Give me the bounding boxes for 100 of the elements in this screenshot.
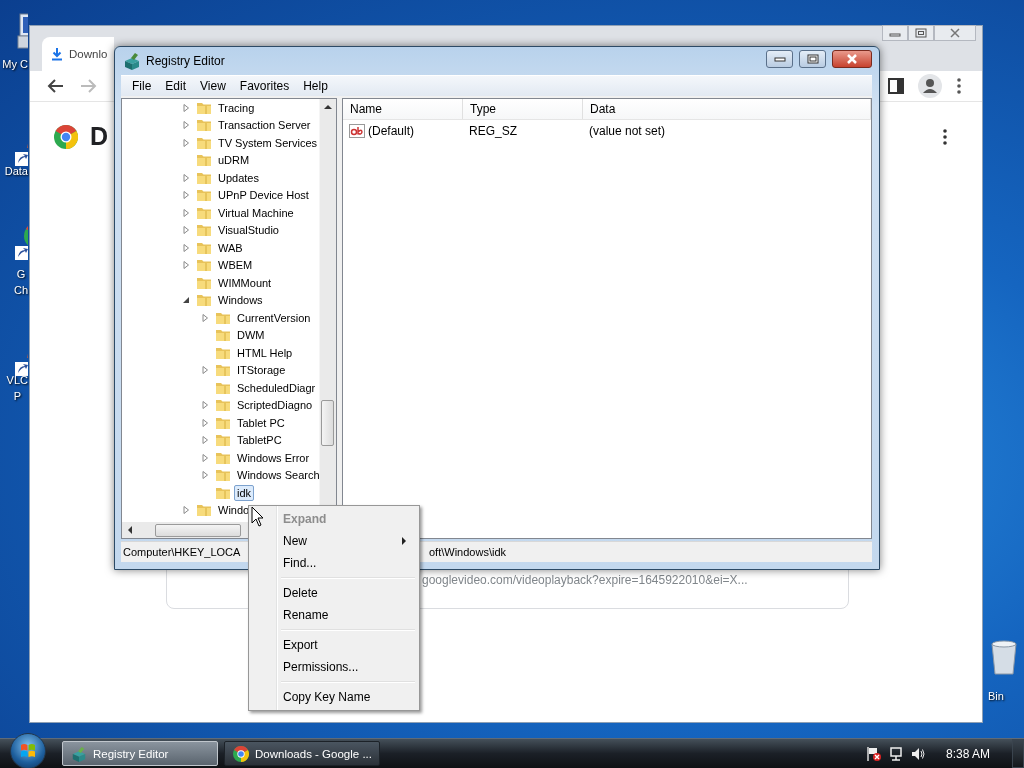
menu-item[interactable]: Favorites: [232, 78, 297, 94]
minimize-icon: [773, 56, 786, 62]
download-url[interactable]: googlevideo.com/videoplayback?expire=1645922010&ei=X...: [422, 573, 748, 587]
tree-item[interactable]: ScriptedDiagno: [234, 397, 316, 414]
menu-item[interactable]: Rename: [251, 604, 417, 626]
tree-item[interactable]: Windo: [215, 502, 253, 519]
taskbar-button[interactable]: Downloads - Google ...: [224, 741, 380, 766]
windows-logo-icon: [20, 742, 36, 759]
maximize-button[interactable]: [799, 50, 826, 68]
expand-icon[interactable]: [200, 400, 210, 411]
expand-icon[interactable]: [200, 435, 210, 446]
collapse-icon[interactable]: [181, 295, 191, 306]
tree-item[interactable]: Tracing: [215, 99, 258, 116]
expand-icon[interactable]: [181, 207, 191, 218]
profile-icon[interactable]: [918, 74, 942, 98]
desktop-icon-label[interactable]: VLC: [6, 372, 28, 388]
tree-item[interactable]: CurrentVersion: [234, 309, 314, 326]
expand-icon[interactable]: [181, 242, 191, 253]
forward-icon[interactable]: [79, 77, 97, 95]
registry-icon: [123, 52, 141, 70]
tree-item[interactable]: TV System Services: [215, 134, 319, 151]
folder-icon: [215, 415, 231, 430]
expand-icon[interactable]: [181, 505, 191, 516]
tree-item[interactable]: WBEM: [215, 257, 256, 274]
expand-icon[interactable]: [181, 137, 191, 148]
window-title: Registry Editor: [146, 54, 225, 68]
folder-icon: [196, 153, 212, 168]
menu-item[interactable]: Permissions...: [251, 656, 417, 678]
restore-icon: [915, 28, 927, 38]
close-button[interactable]: [832, 50, 872, 68]
expand-icon[interactable]: [200, 417, 210, 428]
tree-item[interactable]: Transaction Server: [215, 117, 314, 134]
expand-icon[interactable]: [200, 312, 210, 323]
network-icon[interactable]: [887, 745, 904, 762]
menu-item[interactable]: Copy Key Name: [251, 686, 417, 708]
folder-icon: [196, 275, 212, 290]
scroll-thumb[interactable]: [321, 400, 334, 446]
tree-item[interactable]: DWM: [234, 327, 268, 344]
expand-icon[interactable]: [181, 102, 191, 113]
menu-item[interactable]: Edit: [158, 78, 194, 94]
start-button[interactable]: [10, 732, 46, 768]
desktop-icon-label[interactable]: Data: [4, 163, 28, 179]
side-panel-icon[interactable]: [888, 78, 904, 94]
expand-icon[interactable]: [200, 452, 210, 463]
value-name[interactable]: (Default): [368, 124, 414, 138]
tree-item[interactable]: Updates: [215, 169, 262, 186]
column-header[interactable]: Type: [463, 99, 583, 119]
desktop-icon-label[interactable]: Bin: [988, 688, 1004, 704]
menu-item[interactable]: File: [125, 78, 159, 94]
tree-item[interactable]: Windows Search: [234, 467, 319, 484]
key-path: oft\Windows\idk: [429, 546, 508, 558]
tree-item[interactable]: UPnP Device Host: [215, 187, 312, 204]
expand-icon[interactable]: [181, 120, 191, 131]
expand-icon[interactable]: [200, 470, 210, 481]
folder-icon: [215, 363, 231, 378]
expand-icon[interactable]: [181, 260, 191, 271]
tree-item[interactable]: Windows Error: [234, 449, 313, 466]
menu-item[interactable]: Find...: [251, 552, 417, 574]
tree-item[interactable]: ITStorage: [234, 362, 289, 379]
tree-item[interactable]: WAB: [215, 239, 246, 256]
close-icon: [845, 54, 859, 64]
folder-icon: [215, 433, 231, 448]
minimize-button[interactable]: [766, 50, 793, 68]
desktop-icon-label[interactable]: My C: [2, 56, 28, 72]
menu-item[interactable]: Help: [296, 78, 335, 94]
expand-icon[interactable]: [200, 365, 210, 376]
tree-item[interactable]: TabletPC: [234, 432, 285, 449]
menu-item[interactable]: Export: [251, 634, 417, 656]
tree-item[interactable]: VisualStudio: [215, 222, 282, 239]
column-header[interactable]: Data: [583, 99, 871, 119]
folder-icon: [196, 503, 212, 518]
back-icon[interactable]: [47, 77, 65, 95]
tree-item[interactable]: HTML Help: [234, 344, 296, 361]
desktop-icon-label[interactable]: Ch: [13, 282, 28, 298]
maximize-button[interactable]: [908, 25, 934, 41]
show-desktop-button[interactable]: [1012, 739, 1024, 768]
expand-icon[interactable]: [181, 172, 191, 183]
expand-icon[interactable]: [181, 225, 191, 236]
taskbar-button[interactable]: Registry Editor: [62, 741, 218, 766]
more-icon[interactable]: [942, 127, 948, 146]
scroll-thumb[interactable]: [155, 523, 241, 537]
tree-item[interactable]: Tablet PC: [234, 414, 288, 431]
column-header[interactable]: Name: [343, 99, 463, 119]
tree-item[interactable]: WIMMount: [215, 274, 275, 291]
desktop-icon-label[interactable]: P: [13, 388, 21, 404]
desktop-icon-label[interactable]: G: [16, 266, 26, 282]
flag-icon[interactable]: [865, 745, 882, 762]
expand-icon[interactable]: [181, 190, 191, 201]
browser-tab[interactable]: Downlo: [42, 37, 114, 71]
menu-item[interactable]: View: [193, 78, 233, 94]
tree-item[interactable]: Windows: [215, 292, 266, 309]
tree-item[interactable]: idk: [234, 484, 255, 501]
menu-icon[interactable]: [956, 77, 962, 95]
folder-icon: [196, 118, 212, 133]
menu-item[interactable]: New: [251, 530, 417, 552]
tree-item[interactable]: Virtual Machine: [215, 204, 297, 221]
tree-item[interactable]: uDRM: [215, 152, 253, 169]
menu-item[interactable]: Delete: [251, 582, 417, 604]
tree-item[interactable]: ScheduledDiagr: [234, 379, 319, 396]
clock[interactable]: 8:38 AM: [945, 746, 990, 761]
